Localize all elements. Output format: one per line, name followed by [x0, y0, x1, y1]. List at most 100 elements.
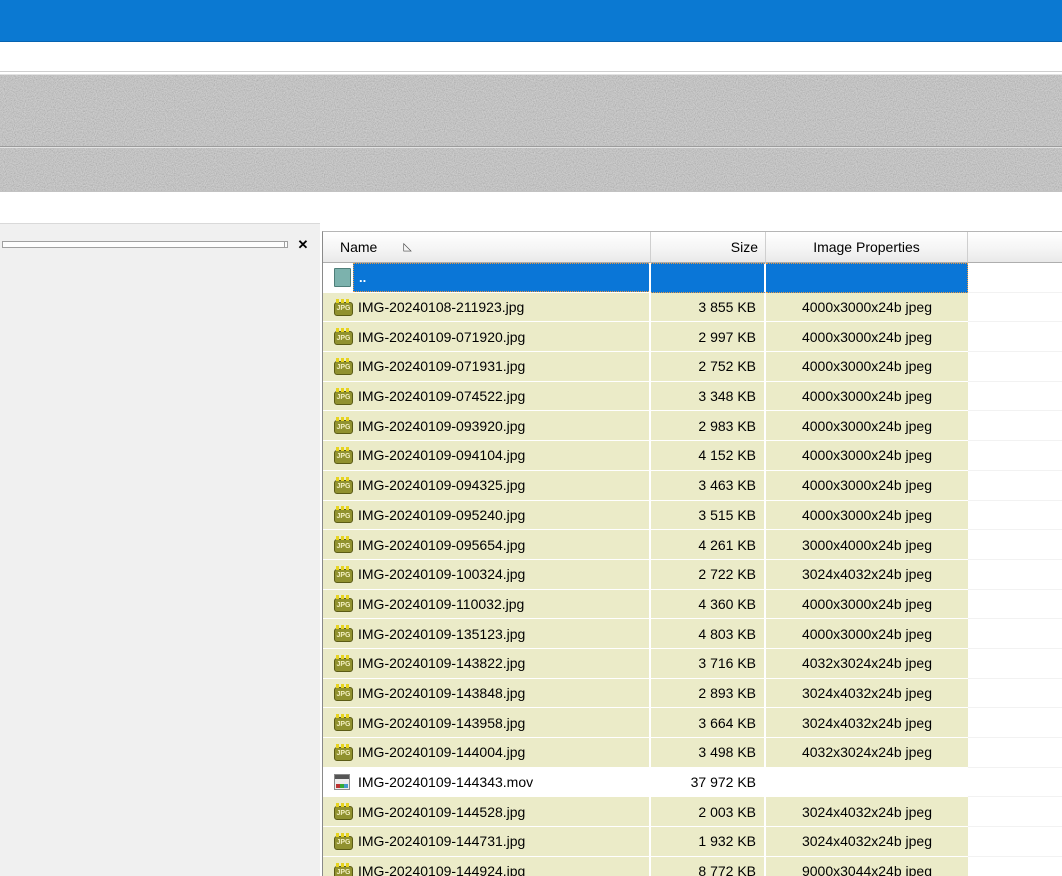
file-name-cell[interactable]: JPG IMG-20240109-143848.jpg	[323, 678, 651, 709]
file-name-cell[interactable]: IMG-20240109-144343.mov	[323, 767, 651, 798]
file-name-cell[interactable]: JPG IMG-20240109-100324.jpg	[323, 559, 651, 590]
title-bar[interactable]	[0, 0, 1062, 42]
file-name-cell[interactable]: JPG IMG-20240109-135123.jpg	[323, 619, 651, 649]
file-name-label: IMG-20240109-143848.jpg	[358, 684, 526, 701]
column-header-props[interactable]: Image Properties	[766, 232, 968, 263]
row-filler-cell	[968, 797, 1062, 828]
table-row[interactable]: IMG-20240109-144343.mov 37 972 KB	[323, 767, 1062, 798]
jpg-badge-label: JPG	[336, 631, 351, 639]
jpg-badge-label: JPG	[336, 661, 351, 669]
jpg-file-icon: JPG	[334, 803, 353, 821]
file-list-header: Name ◺ Size Image Properties	[323, 232, 1062, 263]
file-size-cell: 4 152 KB	[651, 441, 766, 471]
column-header-extra[interactable]	[968, 232, 1062, 263]
image-properties-cell: 4000x3000x24b jpeg	[766, 500, 968, 531]
file-name-label: IMG-20240109-110032.jpg	[358, 595, 525, 612]
panel-close-button[interactable]: ✕	[294, 236, 312, 254]
jpg-file-icon: JPG	[334, 536, 353, 554]
panel-grip-handle[interactable]	[2, 241, 288, 248]
column-header-size[interactable]: Size	[651, 232, 766, 263]
jpg-file-icon: JPG	[334, 298, 353, 316]
file-name-cell[interactable]: JPG IMG-20240109-071931.jpg	[323, 352, 651, 382]
table-row[interactable]: JPG IMG-20240109-094325.jpg 3 463 KB 4000x3…	[323, 470, 1062, 501]
table-row[interactable]: JPG IMG-20240109-071931.jpg 2 752 KB 4000x3…	[323, 352, 1062, 382]
file-icon-box: JPG	[323, 357, 353, 375]
file-icon-box: JPG	[323, 714, 353, 732]
file-icon-box: JPG	[323, 862, 353, 876]
jpg-badge-label: JPG	[336, 483, 351, 491]
jpg-file-icon: JPG	[334, 565, 353, 583]
file-icon-box: JPG	[323, 832, 353, 850]
jpg-badge-label: JPG	[336, 542, 351, 550]
table-row[interactable]: JPG IMG-20240109-144528.jpg 2 003 KB 3024x4…	[323, 797, 1062, 828]
video-file-icon	[334, 774, 350, 791]
table-row[interactable]: JPG IMG-20240109-094104.jpg 4 152 KB 4000x3…	[323, 441, 1062, 471]
row-filler-cell	[968, 381, 1062, 412]
table-row[interactable]: JPG IMG-20240109-143848.jpg 2 893 KB 3024x4…	[323, 678, 1062, 709]
table-row[interactable]: JPG IMG-20240109-095654.jpg 4 261 KB 3000x4…	[323, 530, 1062, 560]
jpg-file-icon: JPG	[334, 595, 353, 613]
row-filler-cell	[968, 352, 1062, 382]
file-name-label: IMG-20240109-144924.jpg	[358, 863, 526, 876]
selected-file-name[interactable]: ..	[353, 263, 649, 292]
file-name-label: IMG-20240109-095240.jpg	[358, 506, 526, 523]
file-size-cell	[651, 263, 766, 293]
file-name-cell[interactable]: JPG IMG-20240109-144924.jpg	[323, 856, 651, 876]
file-icon-box: JPG	[323, 387, 353, 405]
file-name-cell[interactable]: JPG IMG-20240109-144004.jpg	[323, 738, 651, 768]
column-header-name[interactable]: Name ◺	[323, 232, 651, 263]
table-row[interactable]: JPG IMG-20240109-071920.jpg 2 997 KB 4000x3…	[323, 322, 1062, 353]
file-name-cell[interactable]: JPG IMG-20240109-095654.jpg	[323, 530, 651, 560]
toolbar-texture-strip-1	[0, 74, 1062, 147]
image-properties-cell: 3000x4000x24b jpeg	[766, 530, 968, 560]
file-name-cell[interactable]: JPG IMG-20240109-143822.jpg	[323, 648, 651, 679]
table-row[interactable]: JPG IMG-20240109-144731.jpg 1 932 KB 3024x4…	[323, 827, 1062, 857]
file-name-cell[interactable]: JPG IMG-20240109-074522.jpg	[323, 381, 651, 412]
image-properties-cell: 4000x3000x24b jpeg	[766, 411, 968, 442]
file-name-cell[interactable]: JPG IMG-20240109-094104.jpg	[323, 441, 651, 471]
jpg-badge-label: JPG	[336, 839, 351, 847]
file-icon-box: JPG	[323, 595, 353, 613]
row-filler-cell	[968, 678, 1062, 709]
file-name-cell[interactable]: JPG IMG-20240109-095240.jpg	[323, 500, 651, 531]
table-row[interactable]: JPG IMG-20240108-211923.jpg 3 855 KB 4000x3…	[323, 292, 1062, 323]
file-name-cell[interactable]: JPG IMG-20240109-143958.jpg	[323, 708, 651, 738]
file-name-label: IMG-20240109-144528.jpg	[358, 803, 526, 820]
row-filler-cell	[968, 827, 1062, 857]
table-row[interactable]: ..	[323, 263, 1062, 293]
file-name-cell[interactable]: JPG IMG-20240108-211923.jpg	[323, 292, 651, 323]
jpg-file-icon: JPG	[334, 743, 353, 761]
file-name-label: IMG-20240109-143822.jpg	[358, 655, 526, 672]
table-row[interactable]: JPG IMG-20240109-110032.jpg 4 360 KB 4000x3…	[323, 589, 1062, 620]
row-filler-cell	[968, 767, 1062, 798]
image-properties-cell: 4000x3000x24b jpeg	[766, 292, 968, 323]
file-size-cell: 2 983 KB	[651, 411, 766, 442]
table-row[interactable]: JPG IMG-20240109-143822.jpg 3 716 KB 4032x3…	[323, 648, 1062, 679]
table-row[interactable]: JPG IMG-20240109-074522.jpg 3 348 KB 4000x3…	[323, 381, 1062, 412]
image-properties-cell: 4000x3000x24b jpeg	[766, 441, 968, 471]
table-row[interactable]: JPG IMG-20240109-093920.jpg 2 983 KB 4000x3…	[323, 411, 1062, 442]
table-row[interactable]: JPG IMG-20240109-144924.jpg 8 772 KB 9000x3…	[323, 856, 1062, 876]
file-name-label: IMG-20240109-093920.jpg	[358, 417, 526, 434]
row-filler-cell	[968, 619, 1062, 649]
jpg-file-icon: JPG	[334, 714, 353, 732]
file-icon-box: JPG	[323, 684, 353, 702]
table-row[interactable]: JPG IMG-20240109-135123.jpg 4 803 KB 4000x3…	[323, 619, 1062, 649]
table-row[interactable]: JPG IMG-20240109-143958.jpg 3 664 KB 3024x4…	[323, 708, 1062, 738]
file-name-cell[interactable]: JPG IMG-20240109-094325.jpg	[323, 470, 651, 501]
file-size-cell: 3 498 KB	[651, 738, 766, 768]
file-name-cell[interactable]: JPG IMG-20240109-110032.jpg	[323, 589, 651, 620]
file-name-cell[interactable]: JPG IMG-20240109-093920.jpg	[323, 411, 651, 442]
table-row[interactable]: JPG IMG-20240109-100324.jpg 2 722 KB 3024x4…	[323, 559, 1062, 590]
file-name-cell[interactable]: ..	[323, 263, 651, 293]
file-list: Name ◺ Size Image Properties .. JPG IMG-20240…	[322, 231, 1062, 876]
row-filler-cell	[968, 322, 1062, 353]
table-row[interactable]: JPG IMG-20240109-095240.jpg 3 515 KB 4000x3…	[323, 500, 1062, 531]
table-row[interactable]: JPG IMG-20240109-144004.jpg 3 498 KB 4032x3…	[323, 738, 1062, 768]
file-name-cell[interactable]: JPG IMG-20240109-144528.jpg	[323, 797, 651, 828]
file-size-cell: 2 893 KB	[651, 678, 766, 709]
row-filler-cell	[968, 470, 1062, 501]
file-name-cell[interactable]: JPG IMG-20240109-071920.jpg	[323, 322, 651, 353]
file-icon-box: JPG	[323, 417, 353, 435]
file-name-cell[interactable]: JPG IMG-20240109-144731.jpg	[323, 827, 651, 857]
